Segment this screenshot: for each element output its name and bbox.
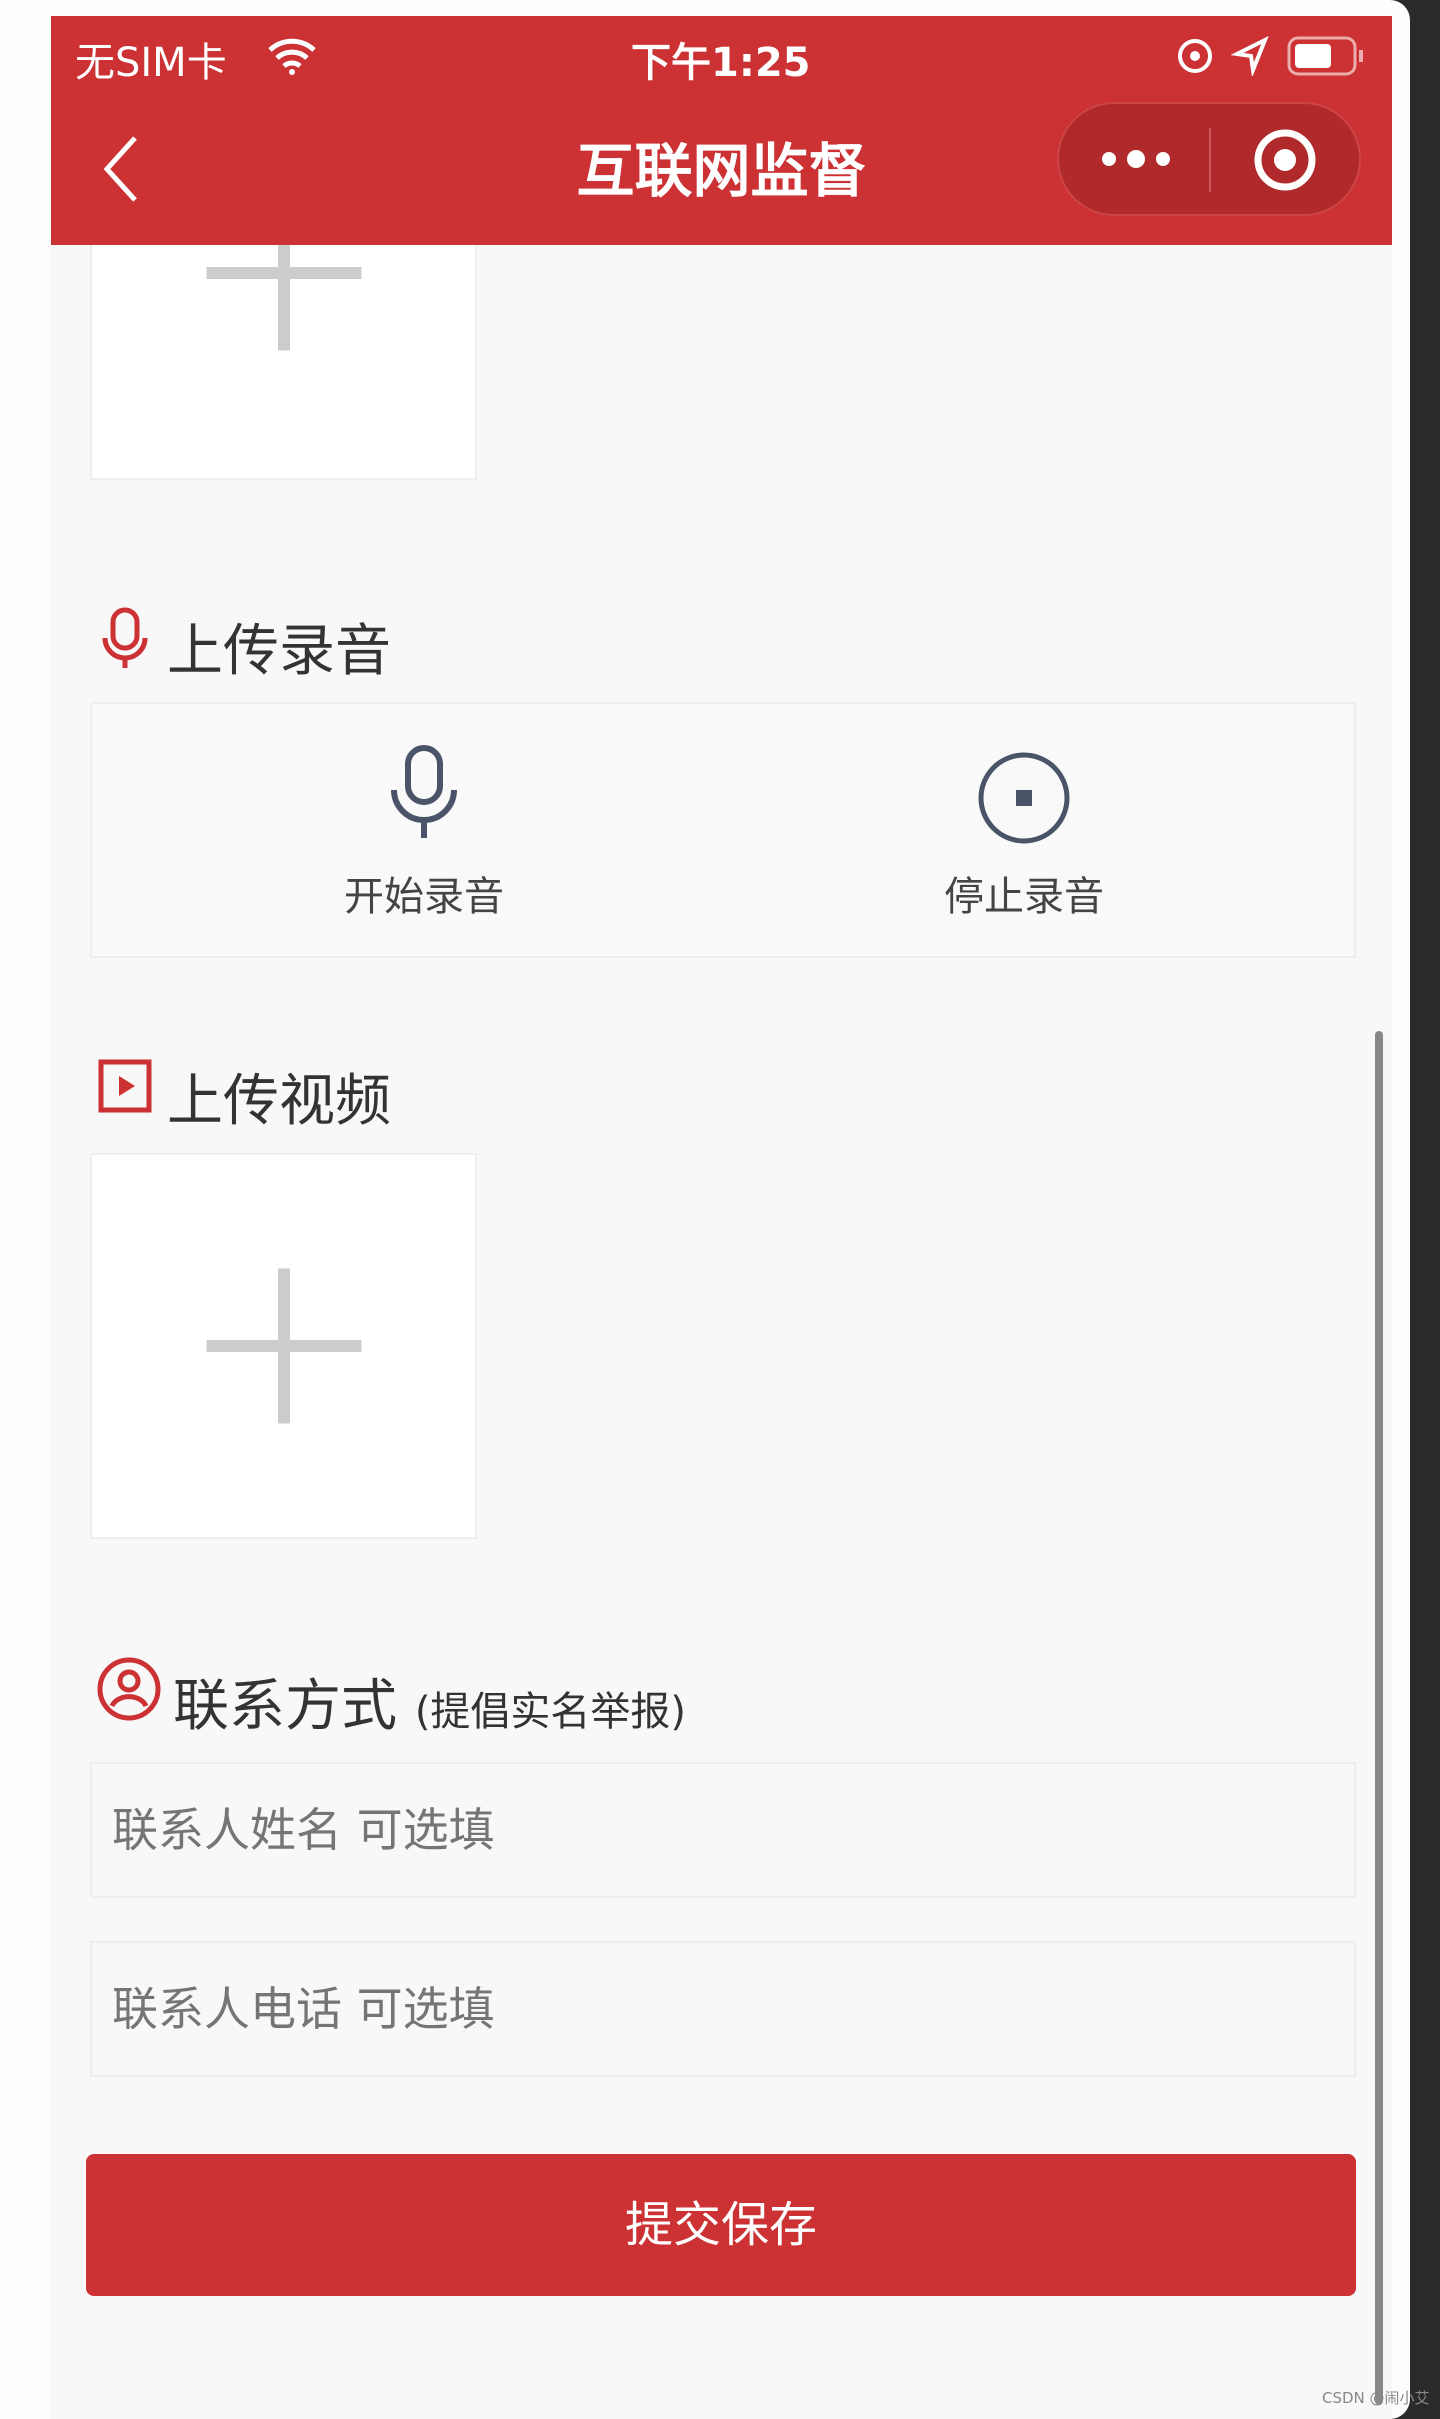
contact-phone-input[interactable] xyxy=(90,1941,1356,2077)
battery-icon xyxy=(1287,36,1363,76)
wifi-icon xyxy=(268,38,316,75)
video-icon xyxy=(98,1059,152,1113)
contact-note: (提倡实名举报) xyxy=(414,1689,687,1735)
start-record-button[interactable]: 开始录音 xyxy=(274,864,574,922)
mini-program-capsule xyxy=(1057,102,1361,216)
nav-header: 无SIM卡 下午1:25 互联网监督 xyxy=(51,16,1392,245)
more-dots-icon[interactable] xyxy=(1099,144,1173,174)
contact-name-input[interactable] xyxy=(90,1762,1356,1898)
stop-record-icon[interactable] xyxy=(976,750,1072,846)
clock: 下午1:25 xyxy=(631,40,811,86)
plus-icon-v xyxy=(277,1268,290,1424)
watermark: CSDN @闹小艾 xyxy=(1322,2389,1430,2407)
contact-title: 联系方式 xyxy=(173,1674,397,1739)
capsule-divider xyxy=(1209,128,1211,192)
screen: 上传录音 开始录音 停止录音 上传视频 联系方式 (提倡实名举报) 提交保存 无… xyxy=(51,16,1392,2419)
video-upload-box[interactable] xyxy=(90,1153,477,1539)
start-record-mic-icon[interactable] xyxy=(384,742,464,842)
location-icon xyxy=(1231,36,1269,76)
rotation-lock-icon xyxy=(1178,39,1212,73)
stop-record-button[interactable]: 停止录音 xyxy=(874,864,1174,922)
submit-button[interactable]: 提交保存 xyxy=(86,2154,1356,2296)
audio-section-title: 上传录音 xyxy=(167,619,391,684)
mic-icon xyxy=(102,607,148,668)
target-circle-icon[interactable] xyxy=(1251,126,1319,194)
video-section-title: 上传视频 xyxy=(167,1069,391,1134)
contact-section-title: 联系方式 (提倡实名举报) xyxy=(173,1661,686,1742)
user-circle-icon xyxy=(97,1657,161,1721)
recording-panel: 开始录音 停止录音 xyxy=(90,702,1356,958)
carrier-label: 无SIM卡 xyxy=(75,40,227,86)
scrollbar[interactable] xyxy=(1375,1031,1383,2405)
